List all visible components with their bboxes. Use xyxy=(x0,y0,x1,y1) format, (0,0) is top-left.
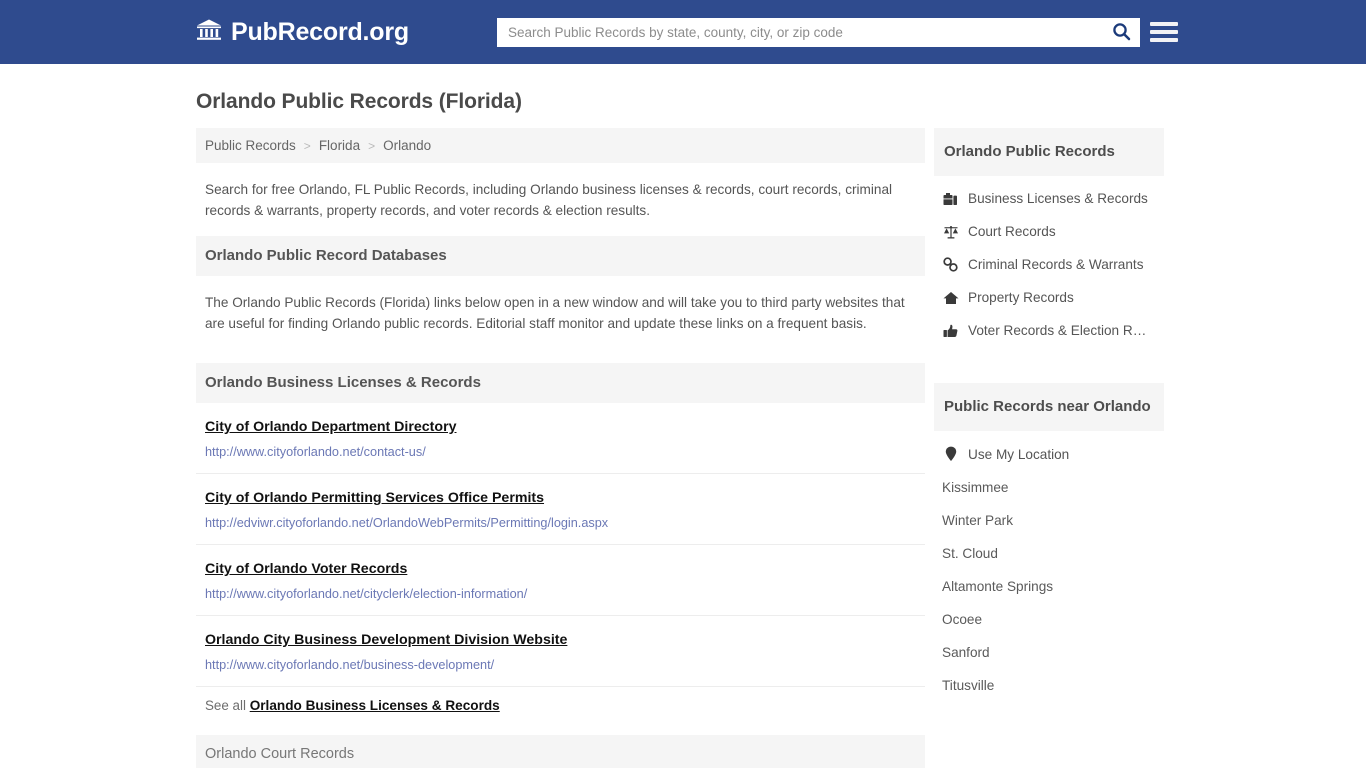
thumbs-up-icon xyxy=(942,324,959,338)
see-all-link[interactable]: Orlando Business Licenses & Records xyxy=(250,698,500,713)
breadcrumb-item-florida[interactable]: Florida xyxy=(319,138,360,153)
record-link-title[interactable]: City of Orlando Permitting Services Offi… xyxy=(205,490,544,506)
link-row: City of Orlando Department Directory htt… xyxy=(196,403,925,474)
sidebar-item-court-records[interactable]: Court Records xyxy=(934,215,1164,248)
record-link-title[interactable]: Orlando City Business Development Divisi… xyxy=(205,632,567,648)
nearby-city-altamonte-springs[interactable]: Altamonte Springs xyxy=(934,570,1164,603)
hamburger-menu-icon-bar xyxy=(1150,38,1178,42)
nearby-city-titusville[interactable]: Titusville xyxy=(934,669,1164,702)
sidebar-item-use-my-location[interactable]: Use My Location xyxy=(934,437,1164,471)
search-icon xyxy=(1112,22,1131,44)
section-header-databases: Orlando Public Record Databases xyxy=(196,236,925,276)
breadcrumb: Public Records > Florida > Orlando xyxy=(196,128,925,163)
record-link-url[interactable]: http://edviwr.cityoforlando.net/OrlandoW… xyxy=(205,515,916,531)
sidebar-item-criminal-records[interactable]: Criminal Records & Warrants xyxy=(934,248,1164,281)
nearby-city-kissimmee[interactable]: Kissimmee xyxy=(934,471,1164,504)
sidebar-item-business-licenses[interactable]: Business Licenses & Records xyxy=(934,182,1164,215)
nearby-city-sanford[interactable]: Sanford xyxy=(934,636,1164,669)
sidebar-item-label: Business Licenses & Records xyxy=(968,191,1148,206)
home-icon xyxy=(942,291,959,305)
sidebar-panel-title-near: Public Records near Orlando xyxy=(934,383,1164,431)
sidebar-item-label: Property Records xyxy=(968,290,1074,305)
site-logo-text: PubRecord.org xyxy=(231,17,409,46)
section-header-business-licenses: Orlando Business Licenses & Records xyxy=(196,363,925,403)
nearby-city-st-cloud[interactable]: St. Cloud xyxy=(934,537,1164,570)
sidebar-item-voter-records[interactable]: Voter Records & Election R… xyxy=(934,314,1164,347)
briefcase-icon xyxy=(942,192,959,206)
record-link-url[interactable]: http://www.cityoforlando.net/cityclerk/e… xyxy=(205,586,916,602)
sidebar-panel-near: Public Records near Orlando Use My Locat… xyxy=(934,383,1164,702)
content-columns: Public Records > Florida > Orlando Searc… xyxy=(0,128,1366,768)
intro-paragraph: Search for free Orlando, FL Public Recor… xyxy=(205,182,893,218)
record-link-title[interactable]: City of Orlando Department Directory xyxy=(205,419,456,435)
nearby-cities-list: Use My Location Kissimmee Winter Park St… xyxy=(934,431,1164,702)
record-link-url[interactable]: http://www.cityoforlando.net/business-de… xyxy=(205,657,916,673)
link-row: City of Orlando Permitting Services Offi… xyxy=(196,474,925,545)
sidebar-item-property-records[interactable]: Property Records xyxy=(934,281,1164,314)
sidebar: Orlando Public Records Business Licenses… xyxy=(934,128,1164,702)
hamburger-menu-icon-bar xyxy=(1150,30,1178,34)
section-header-court-records: Orlando Court Records xyxy=(196,735,925,768)
sidebar-panel-title-records: Orlando Public Records xyxy=(934,128,1164,176)
see-all-prefix: See all xyxy=(205,698,246,713)
sidebar-item-label: Voter Records & Election R… xyxy=(968,323,1147,338)
breadcrumb-separator: > xyxy=(368,138,376,153)
sidebar-item-label: Court Records xyxy=(968,224,1056,239)
scales-of-justice-icon xyxy=(942,225,959,239)
see-all-row: See all Orlando Business Licenses & Reco… xyxy=(196,687,925,725)
record-link-url[interactable]: http://www.cityoforlando.net/contact-us/ xyxy=(205,444,916,460)
hamburger-menu-button[interactable] xyxy=(1150,18,1178,46)
breadcrumb-item-public-records[interactable]: Public Records xyxy=(205,138,296,153)
page-title: Orlando Public Records (Florida) xyxy=(196,90,522,113)
link-row: City of Orlando Voter Records http://www… xyxy=(196,545,925,616)
sidebar-record-category-list: Business Licenses & Records Court Record… xyxy=(934,176,1164,347)
search-input[interactable] xyxy=(498,19,1103,46)
page-body: Orlando Public Records (Florida) Public … xyxy=(0,64,1366,768)
search-bar[interactable] xyxy=(497,18,1140,47)
record-link-title[interactable]: City of Orlando Voter Records xyxy=(205,561,407,577)
map-pin-icon xyxy=(942,446,959,462)
bank-building-icon xyxy=(196,18,222,47)
link-row: Orlando City Business Development Divisi… xyxy=(196,616,925,687)
nearby-city-winter-park[interactable]: Winter Park xyxy=(934,504,1164,537)
databases-description: The Orlando Public Records (Florida) lin… xyxy=(205,295,905,331)
main-content: Public Records > Florida > Orlando Searc… xyxy=(196,128,925,768)
breadcrumb-separator: > xyxy=(303,138,311,153)
breadcrumb-item-orlando: Orlando xyxy=(383,138,432,153)
nearby-city-ocoee[interactable]: Ocoee xyxy=(934,603,1164,636)
hamburger-menu-icon-bar xyxy=(1150,22,1178,26)
handcuffs-icon xyxy=(942,257,959,272)
sidebar-item-label: Criminal Records & Warrants xyxy=(968,257,1144,272)
sidebar-item-label: Use My Location xyxy=(968,446,1070,462)
site-logo-link[interactable]: PubRecord.org xyxy=(196,18,409,47)
site-header: PubRecord.org xyxy=(0,0,1366,64)
search-button[interactable] xyxy=(1103,19,1139,46)
